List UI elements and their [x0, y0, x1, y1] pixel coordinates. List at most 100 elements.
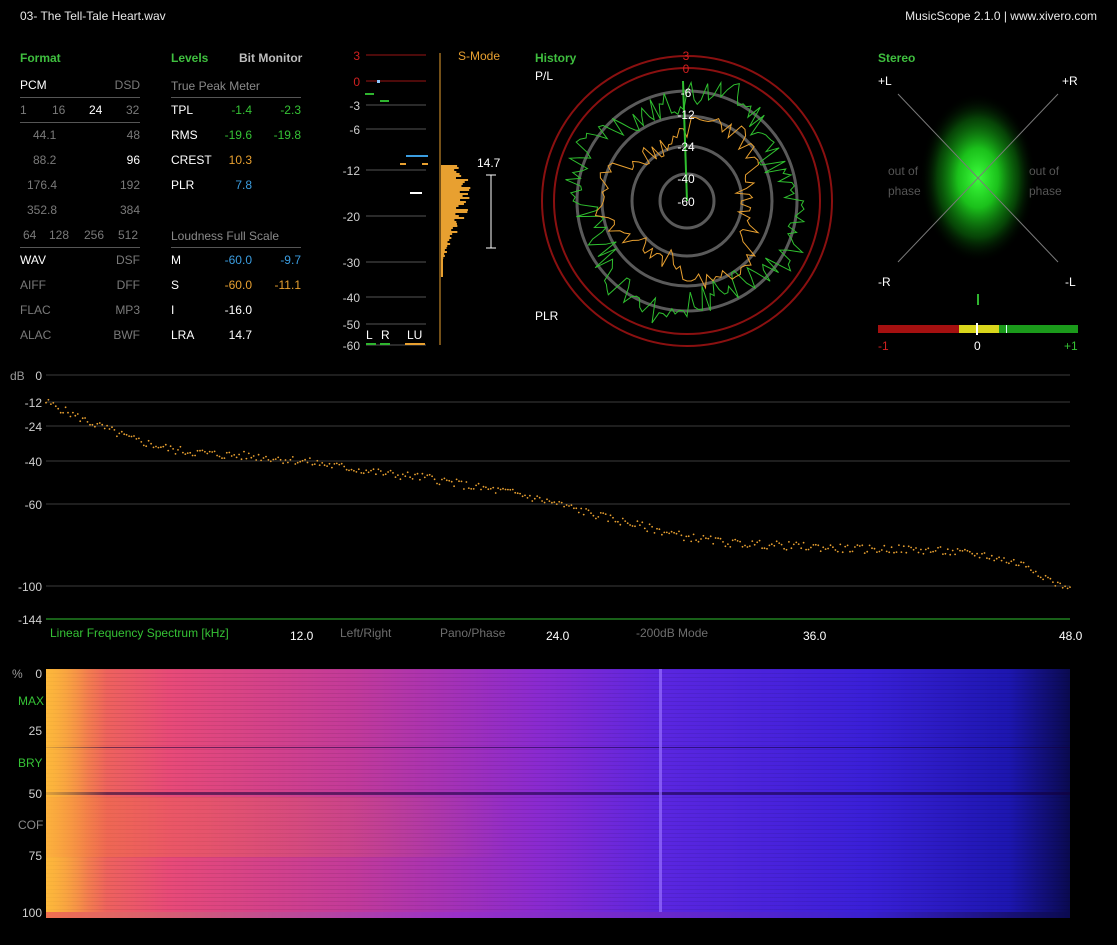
spectrum-point [555, 503, 558, 505]
spectrum-point [157, 446, 160, 449]
spectrum-point [797, 543, 800, 545]
spectrum-point [199, 449, 201, 452]
spectrum-point [421, 472, 424, 475]
spectrum-point [819, 550, 822, 553]
meter-histogram-bar [441, 207, 457, 209]
spectrum-point [416, 472, 419, 475]
meter-histogram-bar [441, 215, 459, 217]
spectrum-point [595, 517, 597, 520]
rate-48: 48 [126, 128, 140, 142]
spectrum-point [216, 454, 219, 457]
spectrum-point [475, 484, 477, 487]
spectrum-point [206, 452, 209, 455]
spectrum-point [265, 455, 267, 458]
spectrum-point [836, 550, 839, 553]
spectrum-point [827, 547, 829, 550]
spectrum-point [783, 547, 785, 550]
type-mp3: MP3 [115, 303, 140, 317]
spectrum-point [807, 548, 810, 551]
mode-pano-phase[interactable]: Pano/Phase [440, 626, 505, 640]
spectrum-point [568, 505, 570, 507]
bit-32: 32 [126, 103, 140, 117]
spectrum-point [338, 463, 341, 466]
spectrum-point [504, 488, 507, 491]
spectrum-point [74, 414, 77, 417]
spectrum-point [340, 462, 343, 465]
corr-label-0: 0 [974, 339, 981, 353]
bit-monitor-tab[interactable]: Bit Monitor [239, 51, 302, 65]
meter-histogram-bar [441, 249, 445, 251]
spectrum-point [277, 456, 280, 459]
spectrum-point [436, 482, 438, 485]
spectrum-point [487, 488, 490, 491]
spectrum-point [844, 545, 847, 548]
meter-histogram-bar [441, 185, 462, 187]
spectrum-point [467, 487, 470, 489]
meter-histogram-bar [441, 197, 470, 199]
rate-176: 176.4 [27, 178, 58, 192]
spectrum-point [709, 535, 712, 538]
spec-x-36: 36.0 [803, 629, 827, 643]
spectrum-point [502, 487, 504, 490]
spectrum-point [1025, 565, 1027, 568]
spectrum-point [463, 488, 465, 490]
rate-352: 352.8 [27, 203, 58, 217]
spectrum-point [414, 473, 416, 476]
radar-ring-m24: -24 [677, 140, 695, 154]
spectrum-point [1059, 582, 1062, 585]
spectrum-point [717, 537, 719, 540]
spectrum-point [1066, 587, 1069, 590]
spectrum-point [419, 478, 421, 481]
spectrum-point [399, 478, 402, 481]
spectrum-point [939, 546, 942, 548]
spectrum-point [213, 450, 216, 453]
meter-histogram-bar [441, 221, 457, 223]
spectrum-point [641, 521, 644, 524]
spectrum-point [973, 554, 976, 557]
spectrum-point [262, 457, 265, 459]
spg-y-100: 100 [21, 906, 42, 920]
spectrum-point [946, 548, 949, 551]
s-right: -11.1 [274, 278, 301, 292]
rate-44: 44.1 [33, 128, 57, 142]
mode-200db[interactable]: -200dB Mode [636, 626, 708, 640]
radar-ring-m60: -60 [677, 195, 695, 209]
spectrum-point [1037, 575, 1040, 577]
spectrum-point [573, 507, 575, 510]
spectrum-point [118, 432, 121, 435]
spectrum-point [541, 500, 543, 502]
spectrum-point [607, 520, 609, 523]
spectrum-point [47, 398, 50, 401]
out-of-phase-left-2: phase [888, 184, 921, 198]
spectrum-point [311, 463, 314, 466]
file-title: 03- The Tell-Tale Heart.wav [20, 9, 166, 23]
spectrum-point [470, 488, 473, 490]
stereo-title: Stereo [878, 51, 916, 65]
spectrum-point [719, 537, 722, 540]
meter-channel-r: R [381, 328, 390, 342]
spectrum-point [621, 517, 624, 520]
spectrum-point [548, 500, 551, 502]
spectrum-point [563, 505, 565, 508]
spectrum-point [269, 460, 272, 463]
spectrum-point [211, 451, 214, 453]
mode-left-right[interactable]: Left/Right [340, 626, 391, 640]
m-right: -9.7 [280, 253, 301, 267]
spectrum-point [267, 459, 270, 461]
spectrum-point [846, 544, 849, 547]
s-mode-toggle[interactable]: S-Mode [458, 49, 500, 63]
spectrum-point [692, 533, 695, 536]
spectrum-point [1069, 586, 1071, 588]
true-peak-label: True Peak Meter [171, 79, 260, 93]
spectrum-point [880, 549, 883, 551]
spectrum-point [397, 474, 399, 476]
spectrum-point [401, 473, 404, 476]
meter-histogram-bar [441, 201, 466, 203]
spectrum-point [895, 551, 898, 553]
stereo-minus-r: -R [878, 275, 891, 289]
spectrum-point [1052, 581, 1054, 583]
spectrum-point [296, 461, 299, 464]
spectrum-point [577, 511, 580, 514]
spectrum-point [898, 544, 900, 546]
spectrum-point [511, 488, 514, 491]
